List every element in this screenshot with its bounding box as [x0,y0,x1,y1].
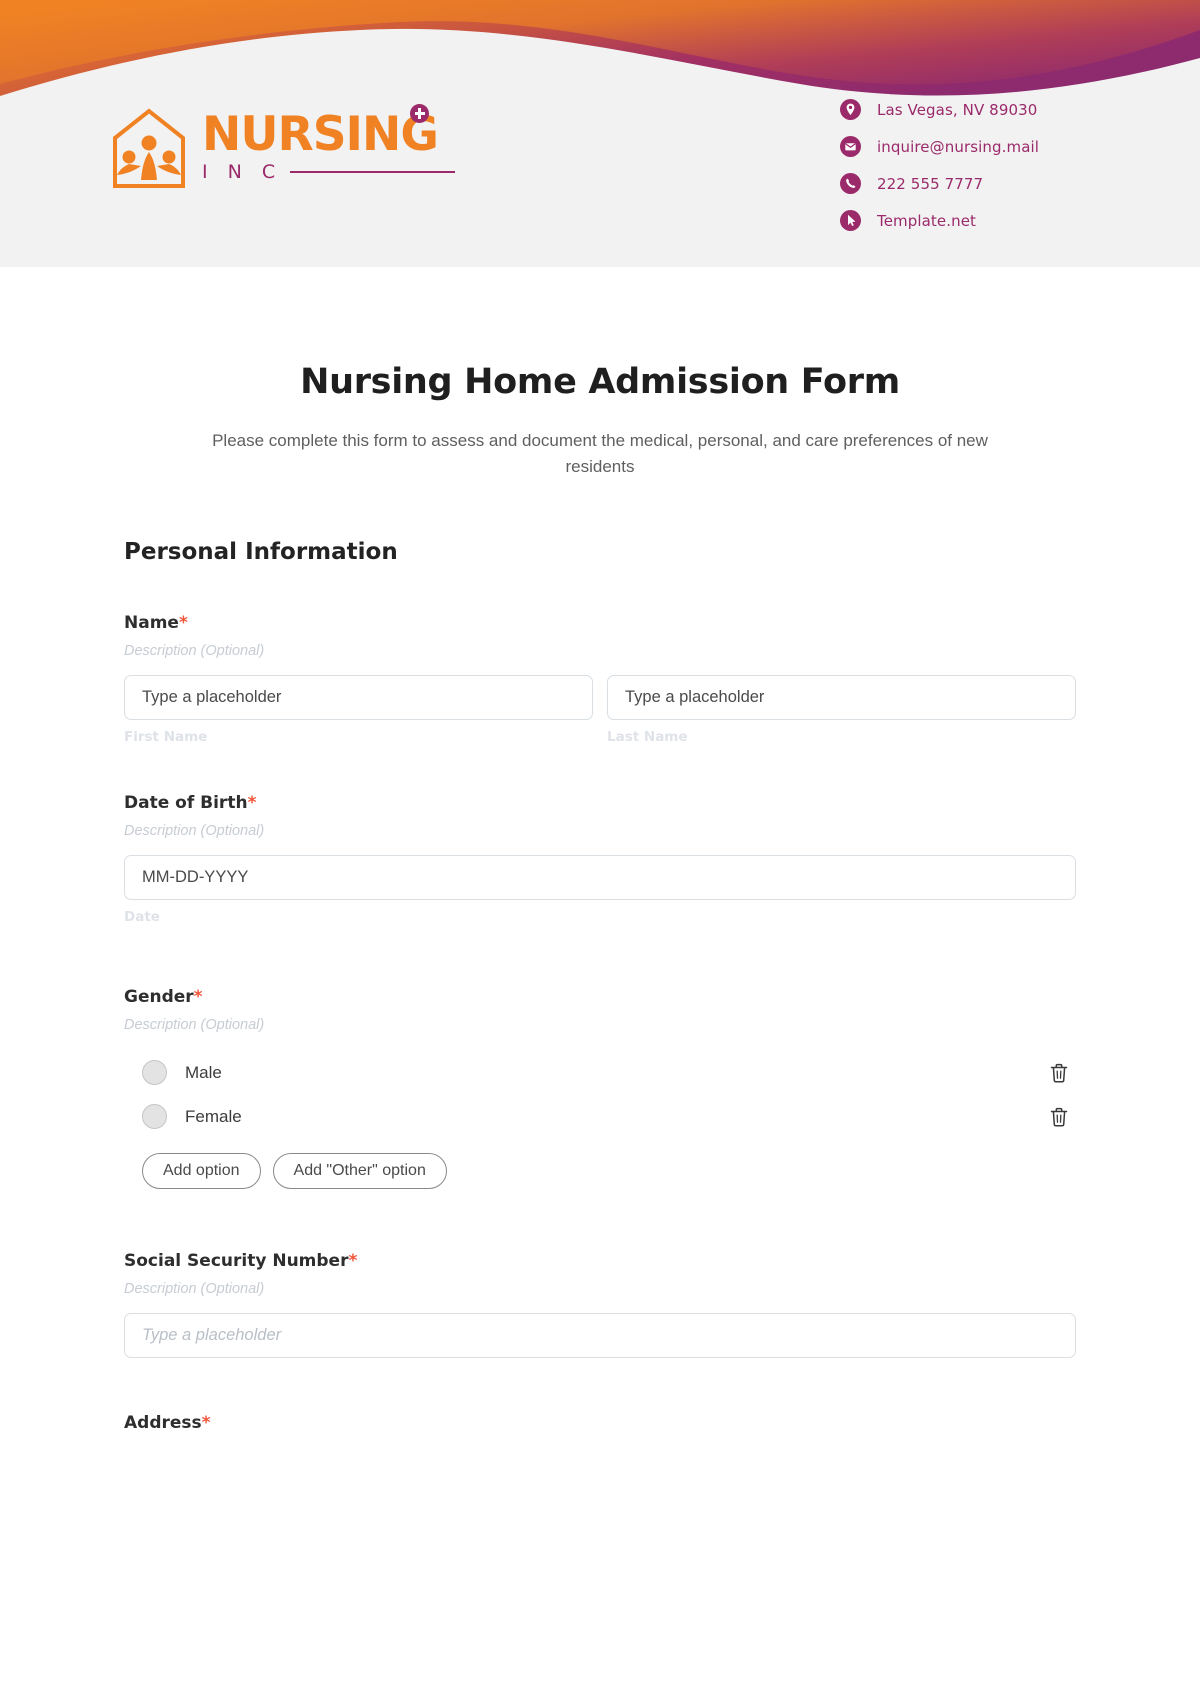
field-dob-label: Date of Birth* [124,793,1076,813]
contact-row-website[interactable]: Template.net [840,210,1090,231]
logo-divider-rule [290,171,456,174]
field-name-inputs: Type a placeholder Type a placeholder [124,674,1076,720]
field-ssn-label: Social Security Number* [124,1251,1076,1271]
form-body: Nursing Home Admission Form Please compl… [0,362,1200,1433]
field-name-label: Name* [124,613,1076,633]
gender-options-list: Male Female [124,1051,1076,1139]
field-ssn-inputs: Type a placeholder [124,1312,1076,1358]
gender-add-option-buttons: Add option Add "Other" option [124,1152,1076,1189]
field-gender-label-text: Gender [124,986,194,1007]
contact-website-text: Template.net [877,211,977,230]
gender-option-male-label: Male [185,1062,222,1082]
page-subtitle: Please complete this form to assess and … [212,431,988,477]
first-name-sublabel: First Name [124,728,208,745]
phone-icon [840,173,861,194]
envelope-icon [840,136,861,157]
location-pin-icon [840,99,861,120]
field-ssn-label-text: Social Security Number [124,1250,349,1271]
radio-button-female[interactable] [142,1104,167,1130]
required-asterisk: * [178,612,188,633]
contact-row-email[interactable]: inquire@nursing.mail [840,136,1090,157]
field-gender: Gender* Description (Optional) Male Fema… [124,987,1076,1189]
required-asterisk: * [348,1250,358,1271]
radio-button-male[interactable] [142,1060,167,1086]
field-address-label-text: Address [124,1412,202,1433]
field-social-security-number: Social Security Number* Description (Opt… [124,1251,1076,1358]
field-name: Name* Description (Optional) Type a plac… [124,613,1076,745]
contact-phone-text: 222 555 7777 [877,174,984,193]
page-title: Nursing Home Admission Form [300,362,900,402]
required-asterisk: * [201,1412,211,1433]
trash-icon[interactable] [1046,1103,1072,1131]
required-asterisk: * [247,792,257,813]
field-dob-sublabels: Date [124,909,1076,925]
field-date-of-birth: Date of Birth* Description (Optional) MM… [124,793,1076,925]
page-header: NURSING I N C Las Vegas, NV 89030 inquir… [0,0,1200,267]
field-address: Address* [124,1413,1076,1433]
field-name-description: Description (Optional) [124,642,265,659]
first-name-input[interactable]: Type a placeholder [124,674,593,720]
section-title-personal-information: Personal Information [124,538,398,565]
field-gender-label: Gender* [124,987,1076,1007]
required-asterisk: * [193,986,203,1007]
gender-option-female[interactable]: Female [124,1095,1076,1139]
field-dob-inputs: MM-DD-YYYY [124,854,1076,900]
field-name-label-text: Name [124,612,179,633]
add-other-option-button[interactable]: Add "Other" option [272,1152,447,1189]
logo-subtext: I N C [202,161,283,184]
contact-address-text: Las Vegas, NV 89030 [877,100,1038,119]
ssn-input[interactable]: Type a placeholder [124,1312,1076,1358]
field-name-sublabels: First Name Last Name [124,729,1076,745]
contact-info-list: Las Vegas, NV 89030 inquire@nursing.mail [840,99,1090,231]
contact-row-address: Las Vegas, NV 89030 [840,99,1090,120]
field-dob-description: Description (Optional) [124,822,265,839]
date-sublabel: Date [124,908,160,925]
contact-row-phone[interactable]: 222 555 7777 [840,173,1090,194]
field-dob-label-text: Date of Birth [124,792,248,813]
field-ssn-description: Description (Optional) [124,1280,265,1297]
last-name-input[interactable]: Type a placeholder [607,674,1076,720]
medical-cross-icon [410,103,430,123]
gender-option-female-label: Female [185,1106,242,1126]
brand-logo: NURSING I N C [110,103,456,191]
field-address-label: Address* [124,1413,1076,1433]
contact-email-text: inquire@nursing.mail [877,137,1040,156]
add-option-button[interactable]: Add option [142,1152,261,1189]
nursing-home-people-icon [113,108,185,188]
last-name-sublabel: Last Name [607,728,688,745]
date-of-birth-input[interactable]: MM-DD-YYYY [124,854,1076,900]
gender-option-male[interactable]: Male [124,1051,1076,1095]
field-gender-description: Description (Optional) [124,1016,265,1033]
trash-icon[interactable] [1046,1059,1072,1087]
cursor-arrow-icon [840,210,861,231]
